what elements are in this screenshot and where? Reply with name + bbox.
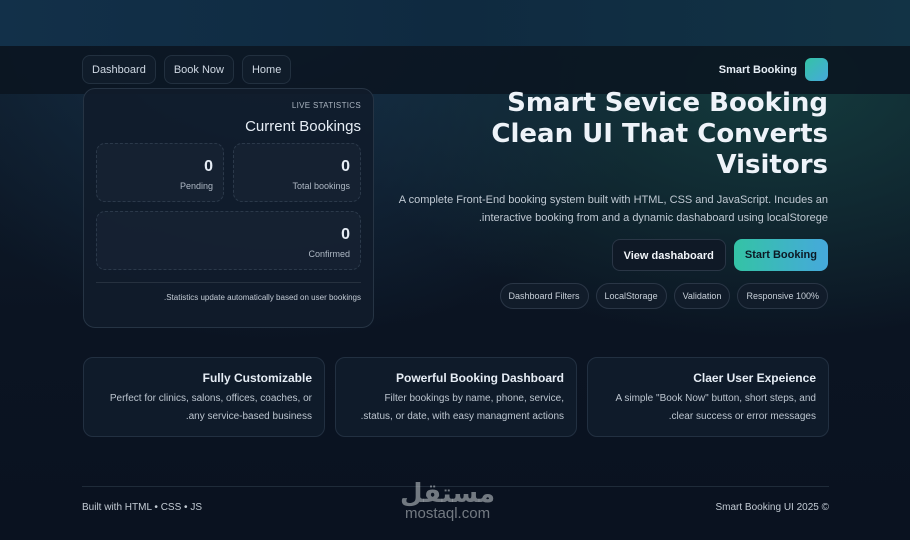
stats-note: .Statistics update automatically based o… bbox=[163, 293, 361, 302]
card-title: Powerful Booking Dashboard bbox=[395, 371, 564, 385]
hero-title-line2: Clean UI That Converts Visitors bbox=[491, 119, 828, 180]
stats-title: Current Bookings bbox=[245, 118, 361, 135]
hero-title: Smart Sevice Booking Clean UI That Conver… bbox=[388, 88, 828, 181]
watermark: مستقل mostaql.com bbox=[400, 479, 495, 522]
top-band bbox=[0, 0, 910, 46]
view-dashboard-button[interactable]: View dashaboard bbox=[611, 239, 726, 271]
hero: Smart Sevice Booking Clean UI That Conver… bbox=[388, 88, 828, 309]
start-booking-button[interactable]: Start Booking bbox=[733, 239, 828, 271]
card-title: Fully Customizable bbox=[202, 371, 312, 385]
desc-line1: A complete Front-End booking system buil… bbox=[398, 194, 828, 206]
watermark-latin: mostaql.com bbox=[405, 505, 491, 522]
hero-title-line1: Smart Sevice Booking bbox=[507, 88, 828, 118]
stat-label: Total bookings bbox=[292, 181, 350, 191]
feature-card: Fully Customizable Perfect for clinics, s… bbox=[83, 357, 325, 437]
stat-confirmed: 0 Confirmed bbox=[96, 211, 361, 270]
stat-value: 0 bbox=[341, 158, 350, 175]
logo-icon bbox=[805, 58, 828, 81]
nav-home[interactable]: Home bbox=[241, 55, 292, 84]
divider bbox=[96, 282, 361, 283]
card-desc: Perfect for clinics, salons, offices, co… bbox=[109, 393, 312, 422]
stat-value: 0 bbox=[204, 158, 213, 175]
footer-built-with: Built with HTML • CSS • JS bbox=[82, 502, 202, 513]
brand-name: Smart Booking bbox=[718, 63, 797, 76]
card-desc: Filter bookings by name, phone, service,… bbox=[360, 393, 564, 422]
footer: Built with HTML • CSS • JS مستقل mostaql.… bbox=[82, 479, 829, 526]
stat-label: Pending bbox=[179, 181, 213, 191]
main-nav: Dashboard Book Now Home bbox=[82, 55, 292, 84]
hero-description: A complete Front-End booking system buil… bbox=[388, 191, 828, 227]
feature-card: Powerful Booking Dashboard Filter booking… bbox=[335, 357, 577, 437]
tag: Responsive 100% bbox=[737, 283, 828, 309]
feature-cards: Fully Customizable Perfect for clinics, s… bbox=[83, 357, 829, 437]
live-label: LIVE STATISTICS bbox=[291, 101, 361, 110]
brand[interactable]: Smart Booking bbox=[719, 58, 828, 81]
nav-book-now[interactable]: Book Now bbox=[163, 55, 234, 84]
tag: LocalStorage bbox=[595, 283, 667, 309]
stat-value: 0 bbox=[341, 226, 350, 243]
tag: Dashboard Filters bbox=[499, 283, 589, 309]
footer-copyright: Smart Booking UI 2025 © bbox=[715, 502, 829, 513]
stat-pending: 0 Pending bbox=[96, 143, 224, 202]
card-desc: A simple "Book Now" button, short steps,… bbox=[615, 393, 816, 422]
stat-total: 0 Total bookings bbox=[233, 143, 361, 202]
card-title: Claer User Expeience bbox=[693, 371, 816, 385]
nav-dashboard[interactable]: Dashboard bbox=[82, 55, 156, 84]
desc-line2: .interactive booking from and a dynamic … bbox=[478, 212, 828, 224]
stats-panel: LIVE STATISTICS Current Bookings 0 Pendin… bbox=[83, 88, 374, 328]
header: Dashboard Book Now Home Smart Booking bbox=[0, 46, 910, 94]
tag: Validation bbox=[673, 283, 731, 309]
stat-label: Confirmed bbox=[308, 249, 350, 259]
feature-card: Claer User Expeience A simple "Book Now" … bbox=[587, 357, 829, 437]
